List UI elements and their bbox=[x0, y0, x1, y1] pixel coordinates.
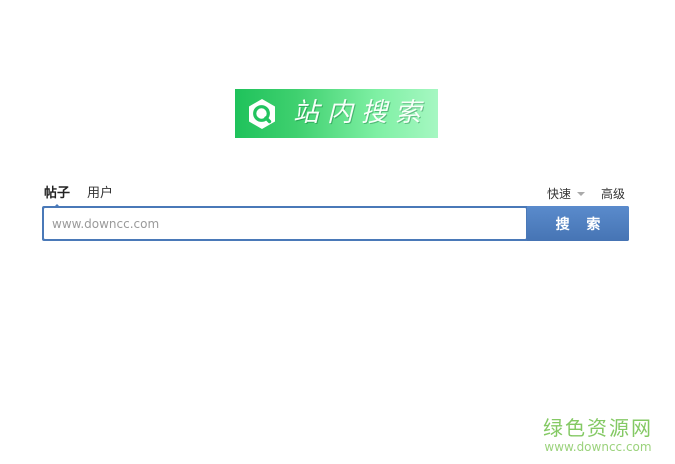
magnifier-icon bbox=[247, 98, 277, 130]
advanced-search-link[interactable]: 高级 bbox=[601, 184, 625, 204]
site-watermark: 绿色资源网 www.downcc.com bbox=[543, 416, 653, 454]
watermark-name: 绿色资源网 bbox=[543, 416, 653, 440]
tab-users[interactable]: 用户 bbox=[87, 184, 113, 204]
tab-users-label: 用户 bbox=[87, 186, 114, 201]
search-input[interactable] bbox=[44, 208, 526, 239]
tab-posts[interactable]: 帖子 bbox=[44, 184, 71, 208]
search-button[interactable]: 搜 索 bbox=[527, 206, 629, 241]
watermark-url: www.downcc.com bbox=[544, 440, 652, 454]
advanced-search-label: 高级 bbox=[600, 187, 625, 201]
logo-title: 站内搜索 bbox=[293, 98, 430, 128]
triangle-down-icon bbox=[576, 192, 585, 196]
site-search-logo: 站内搜索 bbox=[235, 89, 438, 138]
tab-posts-label: 帖子 bbox=[44, 186, 71, 201]
quick-search-label: 快速 bbox=[546, 187, 571, 201]
quick-search-dropdown[interactable]: 快速 bbox=[547, 184, 585, 204]
search-bar: 搜 索 bbox=[42, 206, 629, 241]
search-options: 快速 高级 bbox=[547, 183, 625, 205]
search-type-tabs: 帖子 用户 bbox=[44, 183, 130, 208]
